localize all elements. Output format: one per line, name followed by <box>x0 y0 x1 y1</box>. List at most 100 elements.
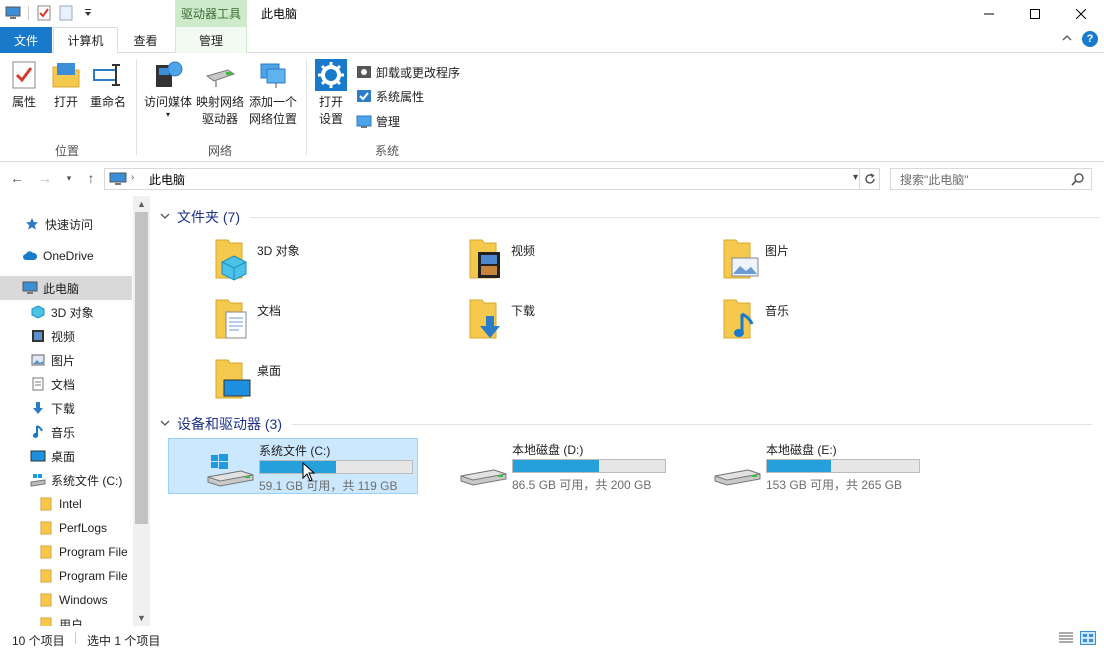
nav-item-music[interactable]: 音乐 <box>0 420 132 444</box>
tab-view[interactable]: 查看 <box>118 27 173 53</box>
properties-button[interactable]: 属性 <box>8 59 40 111</box>
scrollbar-thumb[interactable] <box>135 212 148 524</box>
folder-item-videos[interactable]: 视频 <box>466 238 696 292</box>
network-drive-icon <box>204 59 236 91</box>
properties-check-icon[interactable] <box>35 4 53 22</box>
scroll-down-icon[interactable]: ▼ <box>133 610 150 626</box>
folder-item-pictures[interactable]: 图片 <box>720 238 950 292</box>
up-arrow-icon[interactable]: ↑ <box>82 170 100 186</box>
drive-size: 153 GB 可用，共 265 GB <box>766 478 903 492</box>
address-bar[interactable]: › 此电脑 ▾ <box>104 168 880 190</box>
drive-item-c[interactable]: 系统文件 (C:) 59.1 GB 可用，共 119 GB <box>168 438 418 494</box>
pc-icon[interactable] <box>4 4 22 22</box>
recent-locations-chevron-icon[interactable]: ▾ <box>60 173 78 184</box>
ribbon-tabs: 文件 计算机 查看 管理 ? <box>0 27 1104 54</box>
system-properties-label: 系统属性 <box>376 89 425 104</box>
scroll-up-icon[interactable]: ▲ <box>133 196 150 212</box>
add-location-label-1: 添加一个 <box>248 95 297 109</box>
rename-label: 重命名 <box>89 95 126 109</box>
address-dropdown-icon[interactable]: ▾ <box>853 172 858 183</box>
drive-item-e[interactable]: 本地磁盘 (E:) 153 GB 可用，共 265 GB <box>676 438 926 494</box>
minimize-button[interactable] <box>966 0 1012 27</box>
refresh-button[interactable] <box>859 169 879 189</box>
nav-item-folder[interactable]: PerfLogs <box>0 516 132 540</box>
folder-item-downloads[interactable]: 下载 <box>466 298 696 352</box>
nav-item-label: 系统文件 (C:) <box>51 473 123 488</box>
nav-item-quick-access[interactable]: 快速访问 <box>0 212 132 236</box>
tab-manage[interactable]: 管理 <box>175 27 247 53</box>
video-icon <box>30 328 46 344</box>
new-folder-icon[interactable] <box>57 4 75 22</box>
nav-item-downloads[interactable]: 下载 <box>0 396 132 420</box>
navigation-bar: ← → ▾ ↑ › 此电脑 ▾ 搜索"此电脑" <box>0 162 1104 196</box>
tab-computer[interactable]: 计算机 <box>53 27 118 54</box>
open-button[interactable]: 打开 <box>50 59 82 111</box>
manage-button[interactable]: 管理 <box>356 111 400 131</box>
tiles-view-icon[interactable] <box>1080 631 1096 648</box>
system-properties-button[interactable]: 系统属性 <box>356 86 424 106</box>
nav-item-label: Program File <box>59 569 128 583</box>
cube-icon <box>30 304 46 320</box>
qat-dropdown-icon[interactable] <box>79 4 97 22</box>
nav-item-folder[interactable]: Program File <box>0 564 132 588</box>
close-button[interactable] <box>1058 0 1104 27</box>
nav-item-this-pc[interactable]: 此电脑 <box>0 276 132 300</box>
maximize-button[interactable] <box>1012 0 1058 27</box>
nav-item-videos[interactable]: 视频 <box>0 324 132 348</box>
folder-item-3d-objects[interactable]: 3D 对象 <box>212 238 442 292</box>
search-box[interactable]: 搜索"此电脑" <box>890 168 1092 190</box>
nav-item-3d-objects[interactable]: 3D 对象 <box>0 300 132 324</box>
access-media-button[interactable]: 访问媒体 ▾ <box>142 59 194 119</box>
folder-label: 视频 <box>511 244 536 258</box>
nav-item-pictures[interactable]: 图片 <box>0 348 132 372</box>
tab-file[interactable]: 文件 <box>0 27 52 53</box>
group-label-network: 网络 <box>208 144 233 158</box>
nav-item-label: 3D 对象 <box>51 305 94 320</box>
open-folder-icon <box>50 59 82 91</box>
nav-item-folder[interactable]: Intel <box>0 492 132 516</box>
window-title: 此电脑 <box>261 7 298 21</box>
map-network-drive-button[interactable]: 映射网络 驱动器 <box>196 59 244 128</box>
folder-icon <box>38 520 54 536</box>
folder-item-desktop[interactable]: 桌面 <box>212 358 442 412</box>
nav-item-documents[interactable]: 文档 <box>0 372 132 396</box>
drive-item-d[interactable]: 本地磁盘 (D:) 86.5 GB 可用，共 200 GB <box>422 438 672 494</box>
chevron-down-icon[interactable] <box>160 419 172 430</box>
folder-icon <box>38 568 54 584</box>
breadcrumb-chevron-icon[interactable]: › <box>131 172 134 183</box>
nav-item-label: Intel <box>59 497 82 511</box>
nav-scrollbar[interactable]: ▲ ▼ <box>133 196 150 626</box>
access-media-label: 访问媒体 <box>143 95 192 109</box>
window-controls <box>966 0 1104 27</box>
forward-arrow-icon[interactable]: → <box>36 170 54 186</box>
nav-item-folder[interactable]: 用户 <box>0 612 132 626</box>
open-settings-button[interactable]: 打开 设置 <box>314 59 348 128</box>
nav-item-folder[interactable]: Windows <box>0 588 132 612</box>
rename-button[interactable]: 重命名 <box>88 59 128 111</box>
address-path[interactable]: 此电脑 <box>149 171 185 188</box>
nav-item-desktop[interactable]: 桌面 <box>0 444 132 468</box>
nav-item-label: 图片 <box>51 353 76 368</box>
uninstall-program-button[interactable]: 卸载或更改程序 <box>356 62 460 82</box>
help-icon[interactable]: ? <box>1082 31 1098 47</box>
nav-item-onedrive[interactable]: OneDrive <box>0 244 132 268</box>
nav-item-label: Windows <box>59 593 108 607</box>
nav-item-drive-c[interactable]: 系统文件 (C:) <box>0 468 132 492</box>
folder-item-documents[interactable]: 文档 <box>212 298 442 352</box>
add-network-location-button[interactable]: 添加一个 网络位置 <box>248 59 298 128</box>
ribbon-collapse-icon[interactable] <box>1062 33 1072 45</box>
details-view-icon[interactable] <box>1058 631 1074 648</box>
ribbon: 属性 打开 重命名 位置 访问媒体 ▾ 映射网络 驱动器 添加一个 网络位置 网… <box>0 53 1104 162</box>
status-separator <box>75 632 76 644</box>
drives-section-header[interactable]: 设备和驱动器 (3) <box>160 414 1092 434</box>
nav-item-folder[interactable]: Program File <box>0 540 132 564</box>
folders-section-header[interactable]: 文件夹 (7) <box>160 207 1100 227</box>
drive-usage-bar <box>259 460 413 474</box>
properties-icon <box>8 59 40 91</box>
chevron-down-icon[interactable] <box>160 212 172 223</box>
search-icon[interactable] <box>1071 172 1085 186</box>
back-arrow-icon[interactable]: ← <box>8 170 26 186</box>
folder-item-music[interactable]: 音乐 <box>720 298 950 352</box>
drive-icon <box>30 472 46 488</box>
nav-item-label: 音乐 <box>51 425 76 440</box>
